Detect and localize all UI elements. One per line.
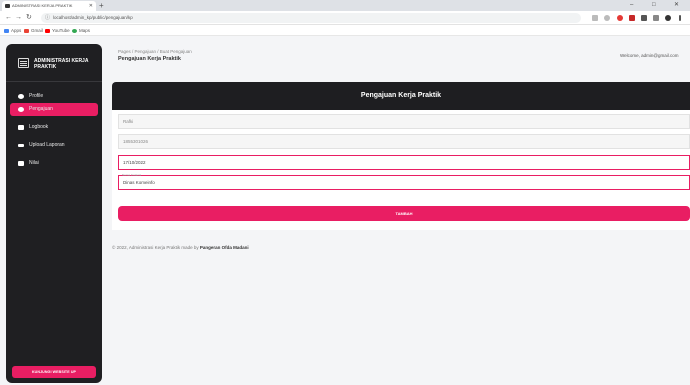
sidebar: ADMINISTRASI KERJA PRAKTIK Profile Penga… [6,44,102,383]
brand-title: ADMINISTRASI KERJA PRAKTIK [34,58,89,70]
sidebar-item-upload-laporan[interactable]: Upload Laporan [10,139,98,152]
reload-icon[interactable]: ↻ [26,12,32,24]
document-icon [18,107,24,112]
youtube-icon [45,28,50,33]
app-logo-icon [18,58,29,68]
sidebar-item-label: Pengajuan [29,106,53,112]
browser-tabbar: ADMINISTRASI KERJA PRAKTIK ✕ + – □ ✕ [0,0,690,11]
bookmark-apps[interactable]: Apps [4,25,21,36]
person-icon [18,94,24,99]
bookmark-gmail[interactable]: Gmail [24,25,43,36]
page-title: Pengajuan Kerja Praktik [118,56,181,62]
sidebar-item-label: Upload Laporan [29,142,65,148]
brand[interactable]: ADMINISTRASI KERJA PRAKTIK [6,44,102,82]
upload-icon [18,144,24,147]
tambah-button[interactable]: TAMBAH [118,206,690,221]
instansi-label: Nama Instansi [122,173,142,177]
extensions-icon[interactable] [641,15,647,21]
form-card-header: Pengajuan Kerja Praktik [112,82,690,110]
close-icon[interactable]: ✕ [89,1,93,11]
grade-icon [18,161,24,166]
bookmarks-bar: Apps Gmail YouTube Maps [0,25,690,36]
nim-input[interactable]: 1855301026 [118,134,690,149]
bookmark-maps[interactable]: Maps [72,25,90,36]
footer-text: © 2022, Administrasi Kerja Praktik made … [112,245,199,250]
book-icon [18,125,24,130]
sidebar-item-logbook[interactable]: Logbook [10,121,98,134]
instansi-input[interactable]: Dinas Komeinfo [118,175,690,190]
new-tab-icon[interactable]: + [99,0,104,11]
star-icon[interactable] [604,15,610,21]
reading-list-icon[interactable] [653,15,659,21]
maximize-icon[interactable]: □ [652,0,656,10]
extension-opera-icon[interactable] [617,15,623,21]
apps-icon [4,28,9,33]
gmail-icon [24,28,29,33]
breadcrumb: Pages / Pengajuan / Buat Pengajuan [118,49,192,54]
tanggal-input[interactable]: 17/10/2022 [118,155,690,170]
minimize-icon[interactable]: – [630,0,633,10]
forward-icon[interactable]: → [15,12,22,24]
welcome-text: Welcome, admin@gmail.com [620,53,679,58]
sidebar-item-label: Nilai [29,160,39,166]
window-close-icon[interactable]: ✕ [674,0,679,10]
bookmark-youtube[interactable]: YouTube [45,25,70,36]
favicon-icon [5,4,10,8]
url-input[interactable]: ⓘ localhost/admin_kp/public/pengajuan/kp [41,13,581,23]
sidebar-item-profile[interactable]: Profile [10,90,98,103]
sidebar-item-nilai[interactable]: Nilai [10,157,98,170]
form-title: Pengajuan Kerja Praktik [360,92,442,99]
extension-red-icon[interactable] [629,15,635,21]
back-icon[interactable]: ← [5,12,12,24]
maps-icon [72,28,77,33]
url-text: localhost/admin_kp/public/pengajuan/kp [53,15,133,20]
footer-author-link[interactable]: Pangeran Ofda Madani [200,245,249,250]
sidebar-item-label: Profile [29,93,44,99]
tab-title: ADMINISTRASI KERJA PRAKTIK [12,3,73,8]
menu-icon[interactable] [679,15,681,21]
address-bar: ← → ↻ ⓘ localhost/admin_kp/public/pengaj… [0,11,690,25]
share-icon[interactable] [592,15,598,21]
sidebar-item-pengajuan[interactable]: Pengajuan [10,103,98,116]
info-icon: ⓘ [45,15,51,21]
nama-input[interactable]: Rafki [118,114,690,129]
browser-tab[interactable]: ADMINISTRASI KERJA PRAKTIK ✕ [2,1,96,11]
sidebar-item-label: Logbook [29,124,49,130]
profile-icon[interactable] [665,15,671,21]
footer: © 2022, Administrasi Kerja Praktik made … [112,245,249,250]
visit-website-button[interactable]: KUNJUNGI WEBSITE UP [12,366,96,378]
